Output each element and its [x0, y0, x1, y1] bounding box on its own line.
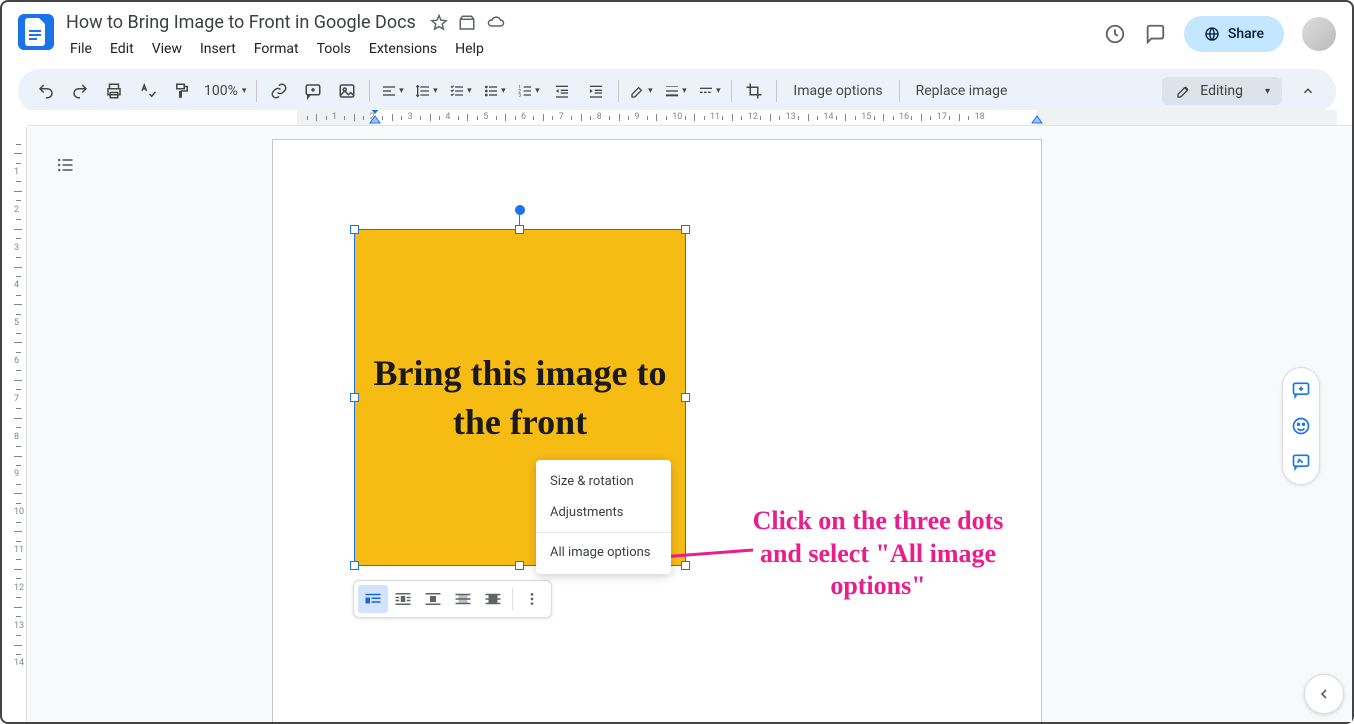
wrap-inline-button[interactable]: [358, 585, 388, 613]
menu-extensions[interactable]: Extensions: [361, 37, 445, 61]
svg-text:3: 3: [518, 92, 521, 98]
menu-insert[interactable]: Insert: [192, 37, 244, 61]
spellcheck-button[interactable]: [132, 75, 164, 107]
separator: [899, 80, 900, 102]
border-color-button[interactable]: [625, 75, 657, 107]
insert-image-button[interactable]: [331, 75, 363, 107]
toolbar: 100%▾ 123 Image options Replace image Ed…: [18, 69, 1336, 113]
separator: [618, 80, 619, 102]
suggest-edits-button[interactable]: [1283, 444, 1319, 480]
border-dash-button[interactable]: [693, 75, 725, 107]
menu-format[interactable]: Format: [246, 37, 307, 61]
zoom-select[interactable]: 100%▾: [200, 83, 250, 99]
menu-size-rotation[interactable]: Size & rotation: [536, 466, 671, 497]
resize-handle-w[interactable]: [350, 393, 359, 402]
image-wrap-toolbar: [353, 580, 552, 618]
resize-handle-e[interactable]: [681, 393, 690, 402]
menu-all-image-options[interactable]: All image options: [536, 537, 671, 568]
collapse-toolbar-button[interactable]: [1292, 75, 1324, 107]
horizontal-ruler[interactable]: 123456789101112131415161718: [27, 110, 1352, 126]
document-canvas[interactable]: Bring this image to the front Size &: [27, 127, 1352, 722]
border-weight-button[interactable]: [659, 75, 691, 107]
side-action-bar: [1282, 367, 1320, 485]
docs-app-icon[interactable]: [18, 14, 54, 50]
menu-tools[interactable]: Tools: [309, 37, 359, 61]
wrap-front-button[interactable]: [478, 585, 508, 613]
document-page[interactable]: Bring this image to the front Size &: [272, 139, 1042, 722]
mode-select[interactable]: Editing ▾: [1162, 77, 1282, 105]
print-button[interactable]: [98, 75, 130, 107]
resize-handle-sw[interactable]: [350, 561, 359, 570]
menu-file[interactable]: File: [62, 37, 100, 61]
image-options-menu: Size & rotation Adjustments All image op…: [536, 460, 671, 574]
add-comment-side-button[interactable]: [1283, 372, 1319, 408]
paint-format-button[interactable]: [166, 75, 198, 107]
separator: [256, 80, 257, 102]
resize-handle-n[interactable]: [515, 225, 524, 234]
align-button[interactable]: [376, 75, 408, 107]
resize-handle-s[interactable]: [515, 561, 524, 570]
line-spacing-button[interactable]: [410, 75, 442, 107]
menu-separator: [536, 532, 671, 533]
document-title[interactable]: How to Bring Image to Front in Google Do…: [62, 10, 420, 35]
increase-indent-button[interactable]: [580, 75, 612, 107]
resize-handle-se[interactable]: [681, 561, 690, 570]
share-label: Share: [1228, 26, 1264, 42]
add-emoji-button[interactable]: [1283, 408, 1319, 444]
numbered-list-button[interactable]: 123: [512, 75, 544, 107]
image-options-button[interactable]: Image options: [783, 75, 892, 107]
crop-button[interactable]: [738, 75, 770, 107]
add-comment-button[interactable]: [297, 75, 329, 107]
checklist-button[interactable]: [444, 75, 476, 107]
resize-handle-nw[interactable]: [350, 225, 359, 234]
wrap-behind-button[interactable]: [448, 585, 478, 613]
wrap-text-button[interactable]: [388, 585, 418, 613]
bulleted-list-button[interactable]: [478, 75, 510, 107]
comments-icon[interactable]: [1144, 23, 1166, 45]
separator: [776, 80, 777, 102]
move-icon[interactable]: [458, 14, 476, 32]
last-edit-icon[interactable]: [1104, 23, 1126, 45]
account-avatar[interactable]: [1302, 17, 1336, 51]
menu-view[interactable]: View: [144, 37, 190, 61]
decrease-indent-button[interactable]: [546, 75, 578, 107]
replace-image-button[interactable]: Replace image: [906, 75, 1018, 107]
menu-bar: File Edit View Insert Format Tools Exten…: [62, 37, 1096, 61]
redo-button[interactable]: [64, 75, 96, 107]
annotation-text: Click on the three dots and select "All …: [733, 505, 1023, 603]
insert-link-button[interactable]: [263, 75, 295, 107]
wrap-break-button[interactable]: [418, 585, 448, 613]
star-icon[interactable]: [430, 14, 448, 32]
cloud-status-icon[interactable]: [486, 14, 506, 32]
menu-adjustments[interactable]: Adjustments: [536, 497, 671, 528]
separator: [731, 80, 732, 102]
image-content-text: Bring this image to the front: [355, 339, 685, 456]
separator: [369, 80, 370, 102]
menu-help[interactable]: Help: [447, 37, 492, 61]
document-outline-button[interactable]: [47, 147, 83, 183]
explore-button[interactable]: [1304, 674, 1344, 714]
vertical-ruler[interactable]: 1234567891011121314: [11, 127, 27, 722]
resize-handle-ne[interactable]: [681, 225, 690, 234]
rotation-handle[interactable]: [515, 205, 525, 215]
separator: [512, 588, 513, 610]
menu-edit[interactable]: Edit: [102, 37, 142, 61]
undo-button[interactable]: [30, 75, 62, 107]
more-options-button[interactable]: [517, 585, 547, 613]
share-button[interactable]: Share: [1184, 16, 1284, 52]
